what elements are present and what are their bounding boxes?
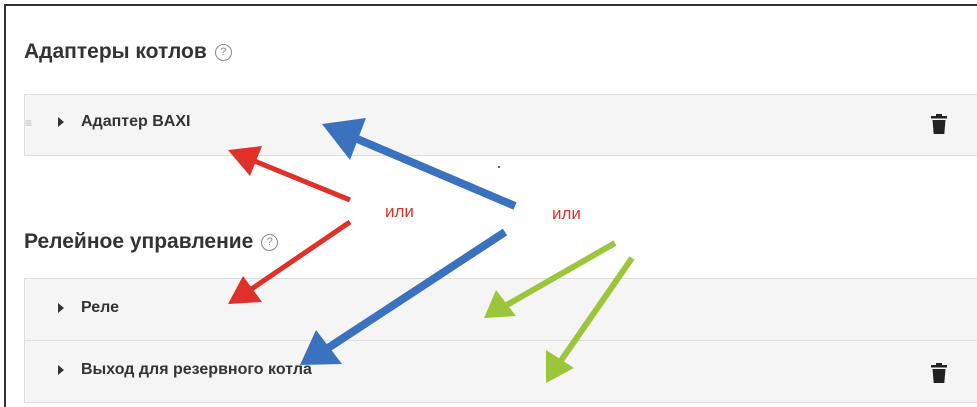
trash-icon[interactable] <box>931 363 947 383</box>
section-title-text: Релейное управление <box>24 230 254 253</box>
help-icon[interactable]: ? <box>214 44 232 61</box>
list-item-label[interactable]: Выход для резервного котла <box>81 361 312 379</box>
list-item-backup-boiler-output[interactable]: Выход для резервного котла <box>25 341 977 403</box>
relay-control-panel: Реле Выход для резервного котла <box>24 278 977 403</box>
section-title-boiler-adapters: Адаптеры котлов? <box>24 40 232 64</box>
caret-right-icon[interactable] <box>58 117 64 127</box>
annotation-or-right: или <box>552 204 581 223</box>
drag-handle-icon[interactable]: ≡ <box>25 117 33 129</box>
list-item-baxi-adapter[interactable]: ≡ Адаптер BAXI <box>25 95 977 155</box>
list-item-label[interactable]: Реле <box>81 299 119 317</box>
help-icon[interactable]: ? <box>261 234 279 251</box>
list-item-relay[interactable]: Реле <box>25 279 977 341</box>
section-title-text: Адаптеры котлов <box>24 40 207 63</box>
list-item-label[interactable]: Адаптер BAXI <box>81 113 190 131</box>
section-title-relay-control: Релейное управление? <box>24 230 279 254</box>
annotation-or-left: или <box>385 202 414 221</box>
boiler-adapters-panel: ≡ Адаптер BAXI <box>24 94 977 156</box>
caret-right-icon[interactable] <box>58 365 64 375</box>
trash-icon[interactable] <box>931 114 947 134</box>
caret-right-icon[interactable] <box>58 303 64 313</box>
